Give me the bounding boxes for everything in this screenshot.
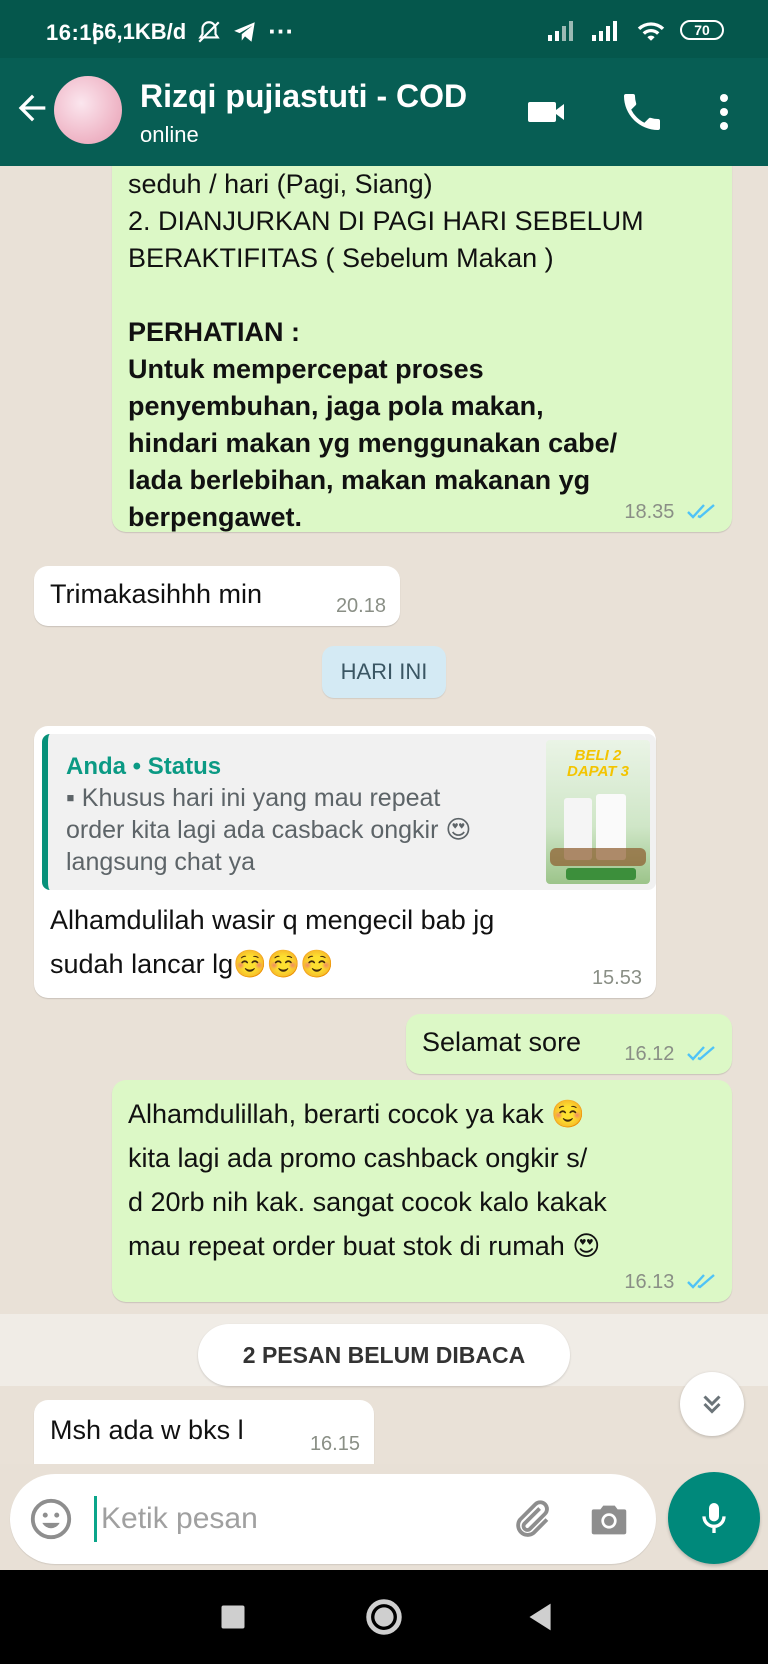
emoji-icon[interactable] [28, 1496, 74, 1542]
message-line: seduh / hari (Pagi, Siang) [128, 169, 433, 199]
quote-line: langsung chat ya [66, 848, 256, 876]
wifi-icon [637, 22, 665, 41]
message-line: Untuk mempercepat proses [128, 354, 484, 384]
message-incoming[interactable]: Msh ada w bks l 16.15 [34, 1400, 374, 1464]
home-icon[interactable] [361, 1594, 407, 1640]
unread-divider: 2 PESAN BELUM DIBACA [0, 1314, 768, 1386]
unread-count-pill: 2 PESAN BELUM DIBACA [198, 1324, 570, 1386]
message-line: mau repeat order buat stok di rumah 😍 [128, 1231, 601, 1261]
quote-author: Anda • Status [66, 753, 222, 780]
scroll-to-bottom-button[interactable] [680, 1372, 744, 1436]
more-notifications-icon: ··· [268, 16, 295, 46]
status-bar: 16:16 | 6,1KB/d ··· 70 [0, 0, 768, 58]
read-ticks-icon [687, 504, 715, 519]
chat-area[interactable]: seduh / hari (Pagi, Siang) 2. DIANJURKAN… [0, 166, 768, 1464]
telegram-icon [234, 21, 255, 42]
message-time: 18.35 [624, 501, 675, 523]
mute-alarm-icon [198, 20, 220, 43]
contact-name[interactable]: Rizqi pujiastuti - COD [140, 78, 467, 115]
message-heading: PERHATIAN : [128, 317, 300, 347]
message-line: lada berlebihan, makan makanan yg [128, 465, 591, 495]
voice-record-button[interactable] [668, 1472, 760, 1564]
message-line: Alhamdulillah, berarti cocok ya kak ☺️ [128, 1099, 585, 1129]
message-text: Msh ada w bks l [50, 1415, 244, 1445]
network-speed: | 6,1KB/d [92, 18, 187, 44]
message-line: 2. DIANJURKAN DI PAGI HARI SEBELUM [128, 206, 644, 236]
system-nav-bar [0, 1570, 768, 1664]
message-line: hindari makan yg menggunakan cabe/ [128, 428, 618, 458]
signal-icon [548, 21, 573, 41]
message-outgoing[interactable]: seduh / hari (Pagi, Siang) 2. DIANJURKAN… [112, 166, 732, 532]
camera-icon[interactable] [586, 1496, 632, 1542]
message-time: 20.18 [335, 595, 386, 617]
recents-icon[interactable] [210, 1594, 256, 1640]
message-composer [0, 1464, 768, 1570]
mic-icon [702, 1503, 726, 1533]
message-time: 16.12 [624, 1043, 675, 1065]
message-text: Selamat sore [422, 1027, 582, 1057]
message-incoming-reply[interactable]: Anda • Status ▪ Khusus hari ini yang mau… [34, 726, 656, 998]
avatar[interactable] [54, 76, 122, 144]
quote-line: ▪ Khusus hari ini yang mau repeat [66, 784, 441, 812]
message-time: 16.13 [624, 1271, 675, 1293]
chat-header: Rizqi pujiastuti - COD online [0, 58, 768, 166]
message-line: kita lagi ada promo cashback ongkir s/ [128, 1143, 588, 1173]
quoted-status[interactable]: Anda • Status ▪ Khusus hari ini yang mau… [42, 734, 656, 890]
contact-status: online [140, 122, 199, 147]
message-outgoing[interactable]: Selamat sore 16.12 [406, 1014, 732, 1074]
back-arrow-icon[interactable] [12, 88, 52, 128]
message-input[interactable] [94, 1496, 483, 1542]
read-ticks-icon [687, 1274, 715, 1289]
message-time: 16.15 [309, 1433, 360, 1455]
message-line: Alhamdulilah wasir q mengecil bab jg [50, 905, 495, 935]
thumbnail-promo-text: BELI 2 DAPAT 3 [567, 747, 629, 780]
message-line: BERAKTIFITAS ( Sebelum Makan ) [128, 243, 554, 273]
message-time: 15.53 [591, 967, 642, 989]
message-input-box[interactable] [10, 1474, 656, 1564]
message-outgoing[interactable]: Alhamdulillah, berarti cocok ya kak ☺️ k… [112, 1080, 732, 1302]
quote-line: order kita lagi ada casback ongkir 😍 [66, 816, 472, 844]
message-line: d 20rb nih kak. sangat cocok kalo kakak [128, 1187, 607, 1217]
read-ticks-icon [687, 1046, 715, 1061]
more-vert-icon[interactable] [700, 88, 748, 136]
double-chevron-down-icon [703, 1395, 721, 1414]
attach-icon[interactable] [508, 1496, 554, 1542]
back-nav-icon[interactable] [518, 1594, 564, 1640]
battery-indicator: 70 [680, 20, 724, 40]
message-incoming[interactable]: Trimakasihhh min 20.18 [34, 566, 400, 626]
status-thumbnail: BELI 2 DAPAT 3 [546, 740, 650, 884]
video-call-icon[interactable] [524, 88, 572, 136]
signal-icon-2 [592, 21, 617, 41]
message-text: Trimakasihhh min [50, 579, 263, 609]
message-line: sudah lancar lg☺️☺️☺️ [50, 949, 334, 979]
phone-icon[interactable] [618, 88, 666, 136]
date-divider: HARI INI [322, 646, 446, 698]
message-line: penyembuhan, jaga pola makan, [128, 391, 544, 421]
